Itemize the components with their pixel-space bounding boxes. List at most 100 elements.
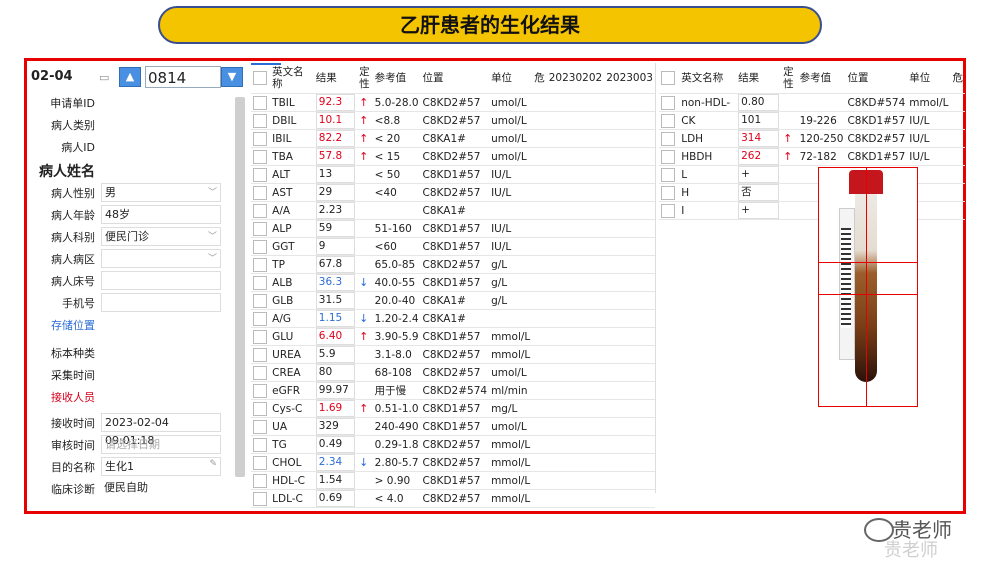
result-value[interactable]: 101 [738,112,780,129]
edit-icon[interactable]: ✎ [209,459,217,469]
result-value[interactable]: 13 [315,166,356,183]
column-header[interactable]: 位置 [845,63,908,94]
row-checkbox[interactable] [661,113,675,128]
column-header[interactable]: 结果 [736,63,782,94]
result-value[interactable]: 2.34 [315,454,356,471]
row-checkbox[interactable] [253,437,267,452]
result-value[interactable]: 36.3 [315,274,356,291]
field-input[interactable] [101,249,221,268]
row-checkbox[interactable] [253,131,267,146]
row-checkbox[interactable] [253,491,267,506]
row-checkbox[interactable] [253,257,267,272]
result-value[interactable]: 5.9 [315,346,356,363]
result-value[interactable]: 0.80 [738,94,780,111]
table-row[interactable]: LDH 314 ↑ 120-250 C8KD2#57 IU/L [659,129,965,148]
row-checkbox[interactable] [253,185,267,200]
result-value[interactable]: 29 [315,184,356,201]
column-header[interactable]: 结果 [313,63,358,94]
result-value[interactable]: 0.69 [315,490,356,507]
row-checkbox[interactable] [253,365,267,380]
column-header[interactable]: 单位 [489,63,533,94]
table-row[interactable]: CK 101 19-226 C8KD1#57 IU/L [659,111,965,130]
result-value[interactable]: 67.8 [315,256,356,273]
row-checkbox[interactable] [661,185,675,200]
row-checkbox[interactable] [253,383,267,398]
row-checkbox[interactable] [253,329,267,344]
row-checkbox[interactable] [661,95,675,110]
result-value[interactable]: 31.5 [315,292,356,309]
table-row[interactable]: L + [659,165,965,184]
field-input[interactable]: 男 [101,183,221,202]
table-row[interactable]: CREA 80 68-108 C8KD2#57 umol/L [251,363,655,382]
row-checkbox[interactable] [253,401,267,416]
row-checkbox[interactable] [253,95,267,110]
row-checkbox[interactable] [253,149,267,164]
column-header[interactable]: 2023003 [604,63,655,94]
diagnosis-text[interactable]: 便民自助 [101,479,221,498]
chevron-down-icon[interactable]: ﹀ [208,185,217,198]
field-input[interactable]: 请选择日期 [101,435,221,454]
result-value[interactable]: 否 [738,184,780,201]
calendar-icon[interactable]: ▭ [99,71,109,84]
row-checkbox[interactable] [661,167,675,182]
result-value[interactable]: 329 [315,418,356,435]
table-row[interactable]: GLB 31.5 20.0-40 C8KA1# g/L [251,291,655,310]
table-row[interactable]: I + [659,201,965,220]
table-row[interactable]: LDL-C 0.69 < 4.0 C8KD2#57 mmol/L [251,489,655,508]
table-row[interactable]: TBIL 92.3 ↑ 5.0-28.0 C8KD2#57 umol/L [251,93,655,112]
table-row[interactable]: TG 0.49 0.29-1.8 C8KD2#57 mmol/L [251,435,655,454]
prev-sample-button[interactable]: ▲ [119,67,141,87]
result-value[interactable]: + [738,202,780,219]
row-checkbox[interactable] [253,419,267,434]
row-checkbox[interactable] [253,275,267,290]
column-header[interactable]: 英文名称 [270,63,314,94]
row-checkbox[interactable] [253,113,267,128]
field-input[interactable]: 48岁 [101,205,221,224]
table-row[interactable]: ALP 59 51-160 C8KD1#57 IU/L [251,219,655,238]
row-checkbox[interactable] [253,203,267,218]
field-input[interactable]: 便民门诊 [101,227,221,246]
table-row[interactable]: A/G 1.15 ↓ 1.20-2.4 C8KA1# [251,309,655,328]
table-row[interactable]: CHOL 2.34 ↓ 2.80-5.7 C8KD2#57 mmol/L [251,453,655,472]
row-checkbox[interactable] [253,311,267,326]
result-value[interactable]: 314 [738,130,780,147]
row-checkbox[interactable] [661,203,675,218]
date-display[interactable]: 02-04 [31,69,73,84]
table-row[interactable]: UA 329 240-490 C8KD1#57 umol/L [251,417,655,436]
table-row[interactable]: Cys-C 1.69 ↑ 0.51-1.0 C8KD1#57 mg/L [251,399,655,418]
result-value[interactable]: 262 [738,148,780,165]
column-header[interactable]: 参考值 [797,63,846,94]
result-value[interactable]: 6.40 [315,328,356,345]
field-input[interactable] [101,293,221,312]
table-row[interactable]: H否 [659,183,965,202]
row-checkbox[interactable] [253,221,267,236]
row-checkbox[interactable] [253,239,267,254]
table-row[interactable]: HBDH 262 ↑ 72-182 C8KD1#57 IU/L [659,147,965,166]
table-row[interactable]: UREA 5.9 3.1-8.0 C8KD2#57 mmol/L [251,345,655,364]
row-checkbox[interactable] [253,347,267,362]
left-scrollbar[interactable] [235,97,245,477]
field-input[interactable] [101,271,221,290]
result-value[interactable]: 82.2 [315,130,356,147]
row-checkbox[interactable] [253,473,267,488]
result-value[interactable]: 0.49 [315,436,356,453]
row-checkbox[interactable] [661,149,675,164]
field-input[interactable]: 生化1 [101,457,221,476]
column-header[interactable]: 英文名称 [679,63,737,94]
table-row[interactable]: GLU 6.40 ↑ 3.90-5.9 C8KD1#57 mmol/L [251,327,655,346]
table-row[interactable]: eGFR 99.97 用于慢 C8KD2#574 ml/min [251,381,655,400]
result-value[interactable]: 1.69 [315,400,356,417]
column-header[interactable]: 20230202 [546,63,605,94]
result-value[interactable]: 57.8 [315,148,356,165]
table-row[interactable]: HDL-C 1.54 > 0.90 C8KD1#57 mmol/L [251,471,655,490]
result-value[interactable]: + [738,166,780,183]
result-value[interactable]: 59 [315,220,356,237]
table-row[interactable]: ALT 13 < 50 C8KD1#57 IU/L [251,165,655,184]
result-value[interactable]: 1.15 [315,310,356,327]
column-header[interactable]: 定性 [357,63,373,94]
next-sample-button[interactable]: ▼ [221,67,243,87]
sample-number-input[interactable]: 0814 [145,66,221,88]
row-checkbox[interactable] [253,455,267,470]
table-row[interactable]: AST 29 <40 C8KD2#57 IU/L [251,183,655,202]
table-row[interactable]: GGT 9 <60 C8KD1#57 IU/L [251,237,655,256]
